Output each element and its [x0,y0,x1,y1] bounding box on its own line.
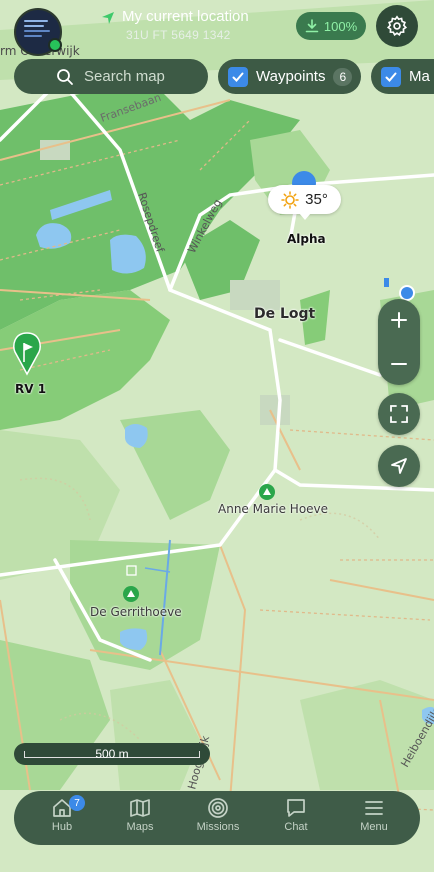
download-icon [305,19,319,33]
zoom-in-button[interactable] [378,299,420,341]
current-location-header[interactable]: My current location 31U FT 5649 1342 [100,8,249,42]
poi-marker-gerrithoeve[interactable] [123,586,139,602]
fullscreen-button[interactable] [378,393,420,435]
location-title: My current location [122,8,249,25]
nav-item-menu[interactable]: Menu [339,797,409,841]
minus-icon [391,363,407,365]
hub-notification-badge: 7 [69,795,85,811]
nav-item-hub[interactable]: 7 Hub [27,795,97,841]
weather-bubble[interactable]: 35° [268,185,341,220]
nav-label-maps: Maps [126,821,154,833]
settings-button[interactable] [376,5,418,47]
map-canvas[interactable]: Fransebaan Rosepdreef Winkelweg Heiboend… [0,0,434,872]
nav-label-menu: Menu [360,821,388,833]
chat-icon [287,799,305,817]
nav-item-missions[interactable]: Missions [183,797,253,841]
weather-temperature: 35° [305,191,328,208]
map-scale-bar: 500 m [14,743,210,765]
filter-chip-truncated[interactable]: Ma [371,59,434,94]
navigation-arrow-icon [391,458,407,474]
waypoint-label-alpha: Alpha [287,232,326,246]
place-label-anne-marie: Anne Marie Hoeve [218,502,329,516]
nav-item-maps[interactable]: Maps [105,797,175,841]
offline-download-pill[interactable]: 100% [296,12,366,40]
search-icon [57,68,73,85]
top-bar: My current location 31U FT 5649 1342 100… [0,0,434,58]
sun-icon [281,190,299,209]
search-placeholder: Search map [84,68,165,85]
place-label-de-logt: De Logt [254,306,316,322]
waypoint-label-rv1: RV 1 [15,382,47,396]
nav-item-chat[interactable]: Chat [261,797,331,841]
scale-label: 500 m [95,747,129,761]
menu-icon [365,801,383,815]
filter-chip-waypoints[interactable]: Waypoints 6 [218,59,361,94]
zoom-controls [378,299,420,385]
current-location-dot [399,285,415,301]
search-map-input[interactable]: Search map [14,59,208,94]
online-status-dot [48,38,62,52]
checkbox-checked-icon[interactable] [381,66,401,87]
nav-label-chat: Chat [284,821,308,833]
target-icon [208,798,228,818]
nav-label-hub: Hub [51,821,73,833]
gear-icon [386,15,408,37]
filter-count-waypoints: 6 [333,67,353,86]
location-arrow-icon [102,12,114,24]
zoom-out-button[interactable] [378,343,420,385]
filter-label-truncated: Ma [409,68,430,85]
bottom-navigation: 7 Hub Maps Missions Chat Menu [14,791,420,845]
map-icon [130,799,150,817]
location-coordinates: 31U FT 5649 1342 [126,28,231,42]
nav-label-missions: Missions [196,821,240,833]
download-percent: 100% [323,18,358,34]
place-label-gerrithoeve: De Gerrithoeve [90,605,182,619]
checkbox-checked-icon[interactable] [228,66,248,87]
filter-label-waypoints: Waypoints [256,68,326,85]
fullscreen-icon [390,405,408,423]
poi-marker-anne-marie[interactable] [259,484,275,500]
recenter-location-button[interactable] [378,445,420,487]
plus-icon [391,312,407,328]
